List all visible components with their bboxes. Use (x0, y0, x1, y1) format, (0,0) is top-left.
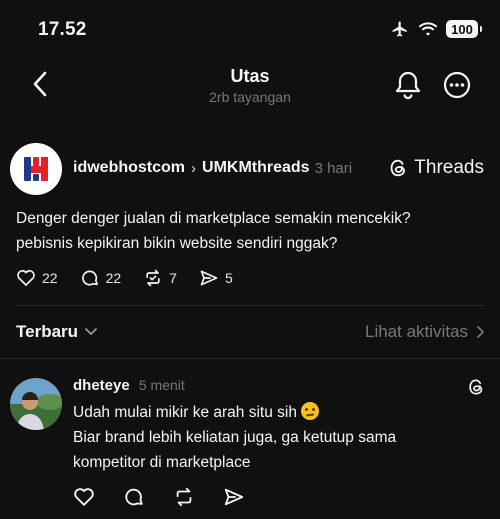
chevron-down-icon (84, 327, 98, 337)
chevron-right-icon: › (191, 159, 197, 177)
view-activity-label: Lihat aktivitas (365, 322, 468, 341)
author-avatar[interactable] (10, 143, 62, 195)
reply-text-line: kompetitor di marketplace (73, 454, 251, 471)
send-icon (199, 268, 219, 288)
chevron-right-icon (476, 325, 486, 339)
sort-label: Terbaru (16, 322, 79, 341)
idwebhost-logo (24, 157, 48, 181)
threads-badge: Threads (387, 157, 484, 179)
status-time: 17.52 (38, 19, 87, 40)
repost-count: 7 (169, 270, 177, 286)
more-horizontal-icon (443, 71, 471, 99)
reply-text-line-content: Udah mulai mikir ke arah situ sih (73, 404, 297, 421)
reply-repost-button[interactable] (173, 486, 195, 508)
reply-actions (73, 486, 245, 508)
divider (0, 358, 500, 359)
reply-author-avatar[interactable] (10, 378, 62, 430)
sort-dropdown[interactable]: Terbaru (16, 322, 98, 342)
post-time: 3 hari (314, 159, 353, 177)
threads-label: Threads (414, 157, 484, 178)
community-name[interactable]: UMKMthreads (202, 159, 310, 177)
comment-icon (80, 268, 100, 288)
wifi-icon (418, 21, 438, 37)
post-text: Denger denger jualan di marketplace sema… (16, 206, 486, 256)
notifications-button[interactable] (394, 70, 422, 100)
repost-button[interactable]: 7 (143, 268, 177, 288)
view-count: 2rb tayangan (209, 89, 291, 105)
reply-meta: dheteye 5 menit (73, 377, 185, 394)
reply-text-line: Biar brand lebih keliatan juga, ga ketut… (73, 429, 397, 446)
comment-icon (123, 486, 145, 508)
post-text-line: Denger denger jualan di marketplace sema… (16, 210, 411, 227)
reply-text: Udah mulai mikir ke arah situ sih Biar b… (73, 400, 483, 475)
status-icons: 100 (390, 20, 482, 38)
reply-count: 22 (105, 270, 122, 286)
post-actions: 22 22 7 5 (16, 268, 233, 288)
reply-share-button[interactable] (223, 486, 245, 508)
threads-logo-icon (466, 377, 486, 397)
divider (16, 305, 484, 306)
threads-logo-icon (387, 157, 409, 179)
profile-photo (10, 378, 62, 430)
author-name[interactable]: idwebhostcom (73, 159, 185, 177)
reply-time: 5 menit (138, 377, 185, 393)
heart-icon (16, 268, 36, 288)
page-title: Utas (230, 66, 270, 86)
view-activity-link[interactable]: Lihat aktivitas (365, 322, 486, 342)
like-button[interactable]: 22 (16, 268, 58, 288)
share-button[interactable]: 5 (199, 268, 233, 288)
post-meta: idwebhostcom › UMKMthreads 3 hari (73, 159, 352, 177)
post-text-line: pebisnis kepikiran bikin website sendiri… (16, 235, 338, 252)
share-count: 5 (224, 270, 233, 286)
battery-indicator: 100 (446, 20, 482, 38)
airplane-icon (390, 20, 410, 38)
reply-like-button[interactable] (73, 486, 95, 508)
like-count: 22 (42, 270, 58, 286)
repost-icon (173, 486, 195, 508)
heart-icon (73, 486, 95, 508)
bell-icon (394, 70, 422, 100)
reply-author-name[interactable]: dheteye (73, 377, 130, 394)
thinking-emoji-icon (300, 402, 319, 420)
more-options-button[interactable] (443, 71, 471, 99)
reply-button[interactable]: 22 (80, 268, 122, 288)
send-icon (223, 486, 245, 508)
repost-icon (143, 268, 163, 288)
reply-comment-button[interactable] (123, 486, 145, 508)
reply-text-line: Udah mulai mikir ke arah situ sih (73, 400, 483, 425)
